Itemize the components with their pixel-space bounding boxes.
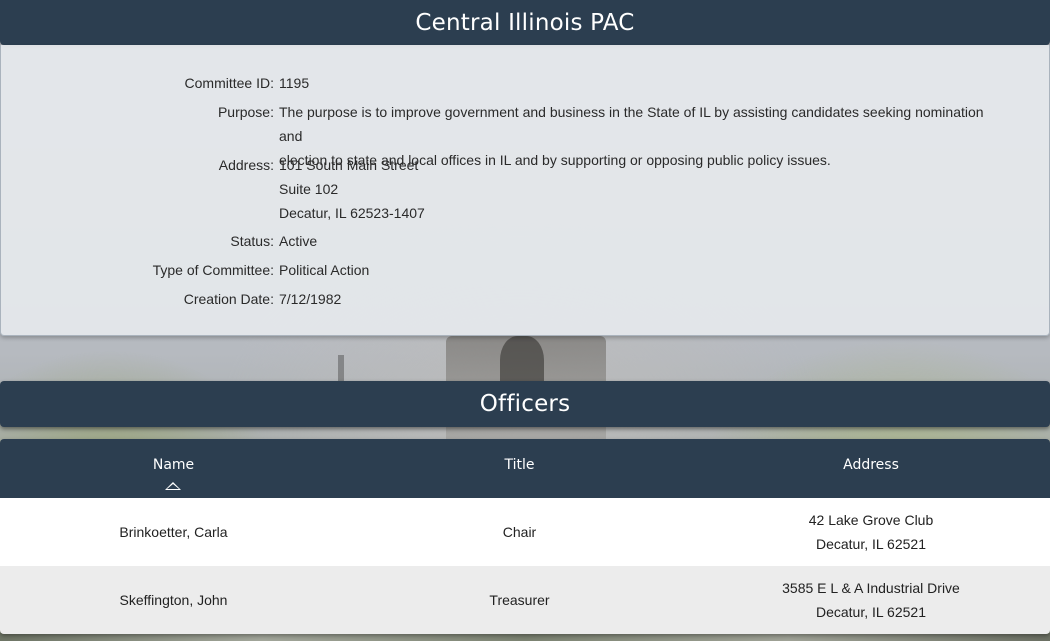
address-line: Decatur, IL 62523-1407 [279,205,425,221]
address-line: 101 South Main Street [279,157,419,173]
officers-heading-bar: Officers [0,381,1050,427]
committee-title: Central Illinois PAC [415,9,635,36]
purpose-line: The purpose is to improve government and… [279,104,984,144]
status-label: Status: [230,233,274,249]
officer-name: Skeffington, John [119,592,228,608]
address-line: Suite 102 [279,181,339,197]
officer-address-line: 42 Lake Grove Club [808,512,934,528]
creation-date-value: 7/12/1982 [279,291,342,307]
status-value: Active [279,233,318,249]
sort-ascending-icon-inner [167,484,179,489]
officer-name: Brinkoetter, Carla [119,524,228,540]
column-header-name[interactable]: Name [0,457,347,473]
officers-heading: Officers [479,391,571,417]
committee-id-label: Committee ID: [184,75,274,91]
committee-type-label: Type of Committee: [152,262,274,278]
officer-title: Chair [502,524,537,540]
officer-address: 42 Lake Grove Club Decatur, IL 62521 [692,498,1050,566]
column-header-title[interactable]: Title [347,457,692,473]
committee-type-value: Political Action [279,262,370,278]
committee-id-value: 1195 [279,75,310,91]
column-header-address[interactable]: Address [692,457,1050,473]
address-value: 101 South Main Street Suite 102 Decatur,… [279,153,999,225]
officer-address-line: Decatur, IL 62521 [815,536,926,552]
address-label: Address: [218,157,274,173]
purpose-label: Purpose: [217,104,274,120]
committee-title-bar: Central Illinois PAC [0,0,1050,45]
officer-title: Treasurer [489,592,550,608]
officer-address: 3585 E L & A Industrial Drive Decatur, I… [692,566,1050,634]
table-row: Skeffington, John Treasurer 3585 E L & A… [0,566,1050,634]
creation-date-label: Creation Date: [183,291,274,307]
officer-address-line: Decatur, IL 62521 [815,604,926,620]
officers-table-header: Name Title Address [0,439,1050,498]
committee-details-panel: Committee ID: 1195 Purpose: The purpose … [0,45,1050,336]
officers-table: Name Title Address Brinkoetter, Carla Ch… [0,439,1050,634]
background-ground [0,633,1050,641]
table-row: Brinkoetter, Carla Chair 42 Lake Grove C… [0,498,1050,567]
officer-address-line: 3585 E L & A Industrial Drive [782,580,960,596]
